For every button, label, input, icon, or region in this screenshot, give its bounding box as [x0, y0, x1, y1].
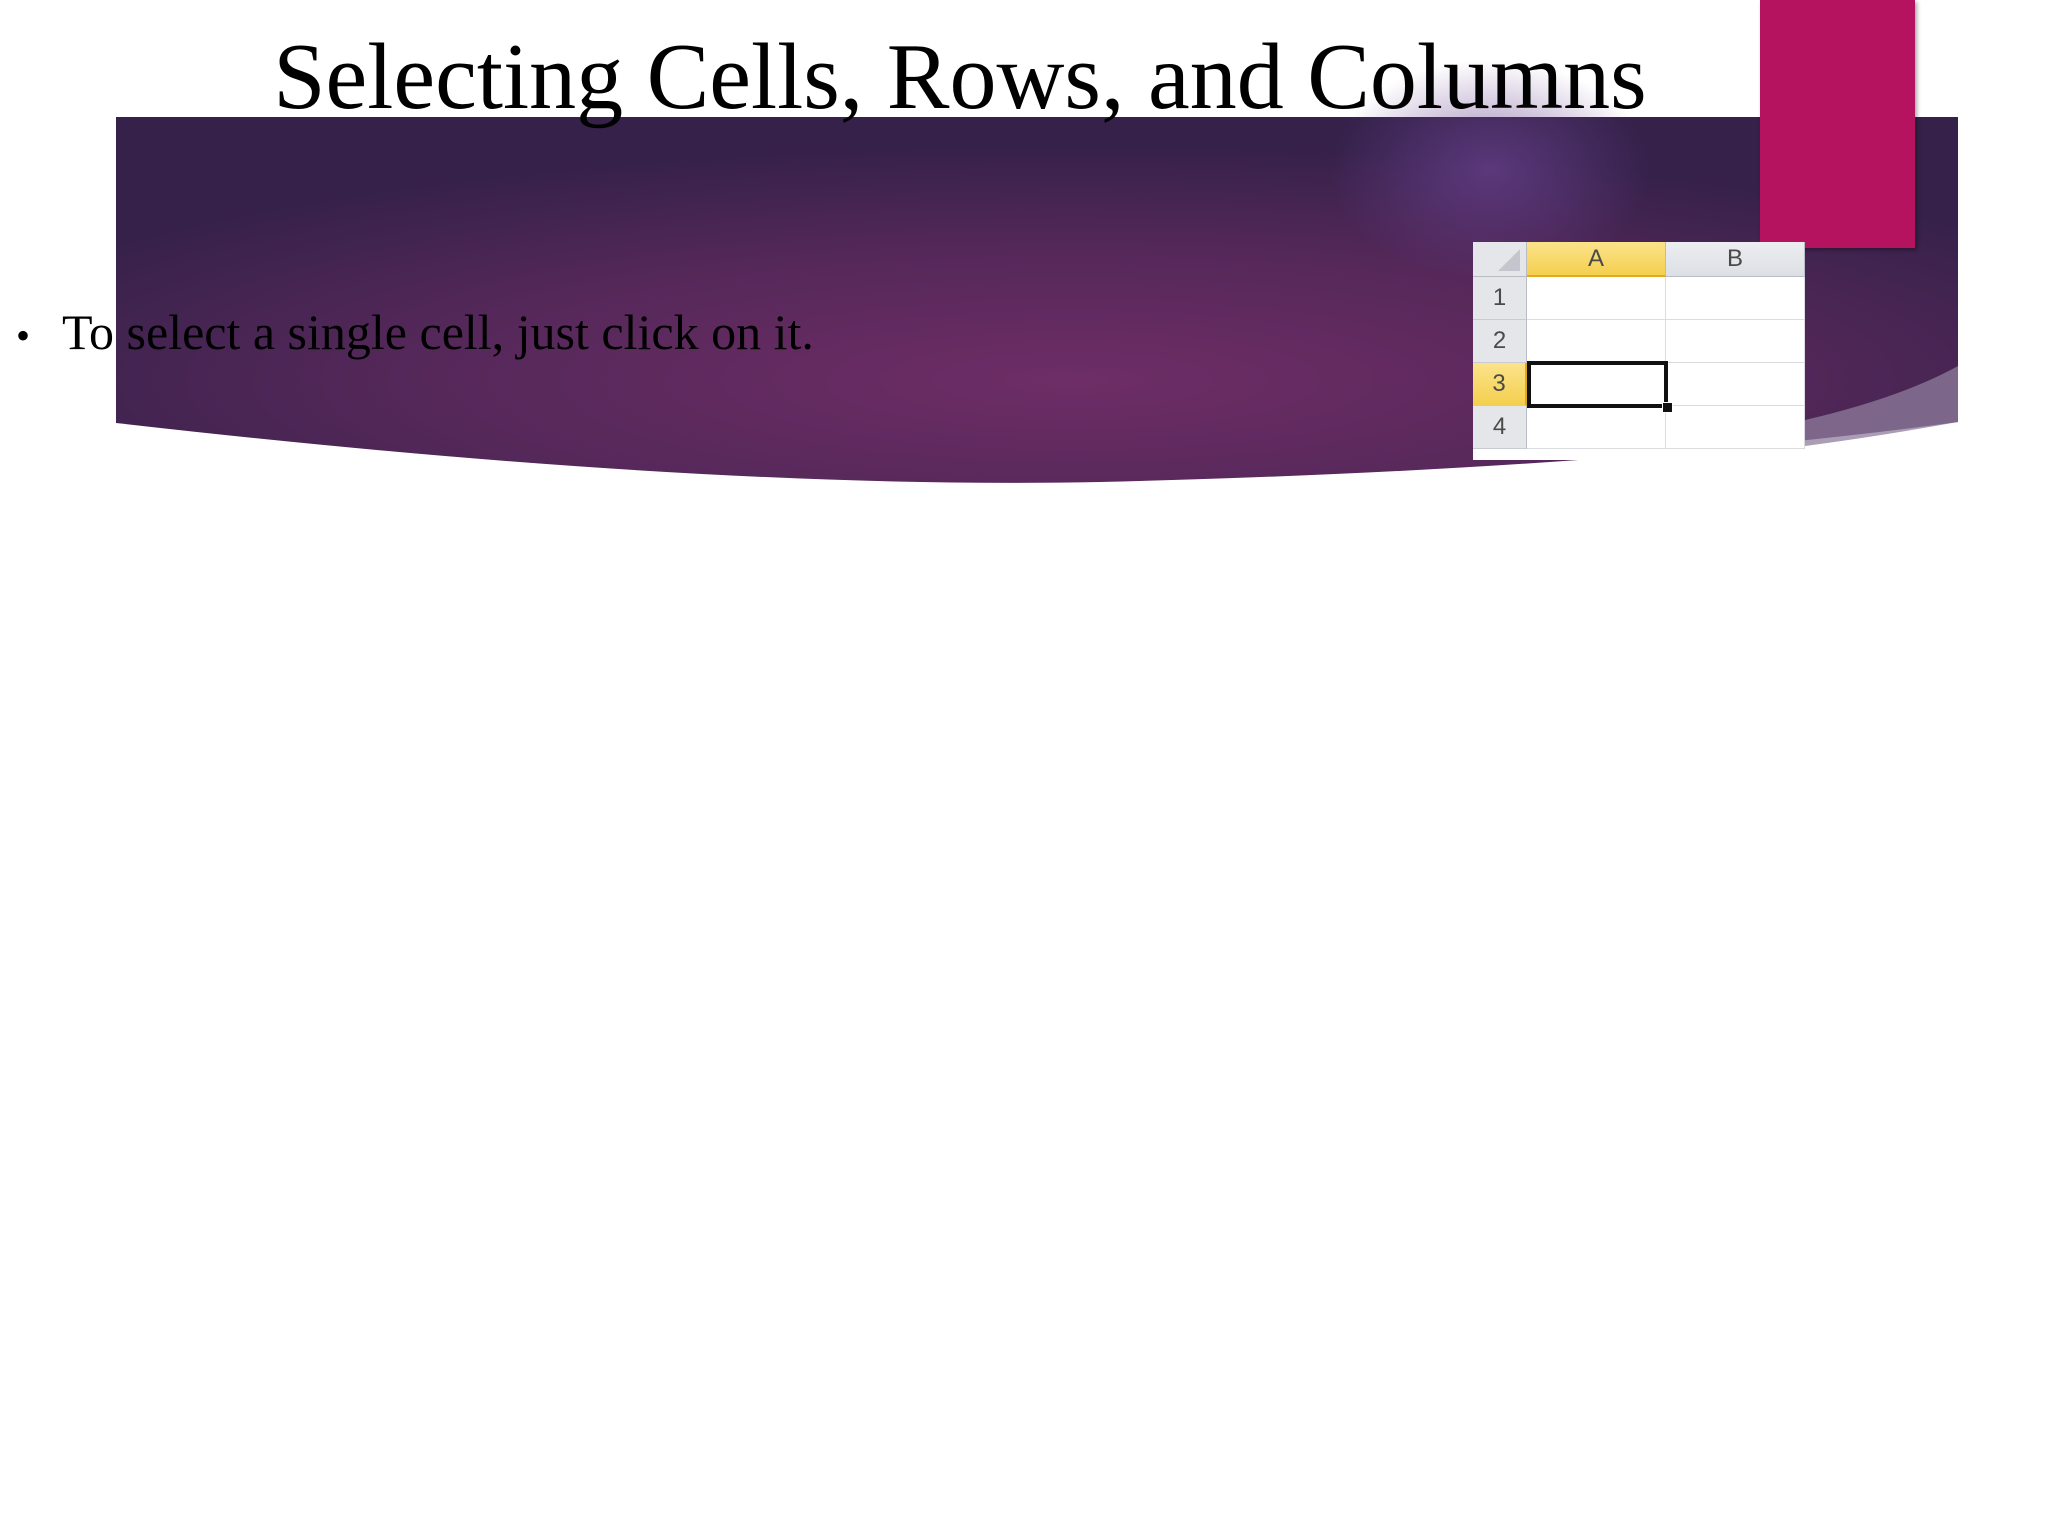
- cell-a2: [1527, 320, 1666, 363]
- row-header-4: 4: [1473, 406, 1527, 449]
- cell-b1: [1666, 277, 1805, 320]
- cell-a1: [1527, 277, 1666, 320]
- column-header-a: A: [1527, 242, 1666, 277]
- bullet-list: • To select a single cell, just click on…: [16, 300, 814, 368]
- bullet-item: • To select a single cell, just click on…: [16, 300, 814, 368]
- column-header-b: B: [1666, 242, 1805, 277]
- cell-b2: [1666, 320, 1805, 363]
- cell-b3: [1666, 363, 1805, 406]
- cell-a4: [1527, 406, 1666, 449]
- bullet-text: To select a single cell, just click on i…: [62, 304, 814, 360]
- select-all-corner: [1473, 242, 1527, 277]
- cell-b4: [1666, 406, 1805, 449]
- slide-title: Selecting Cells, Rows, and Columns: [273, 25, 1647, 129]
- bullet-dot-icon: •: [16, 313, 31, 358]
- spreadsheet-image: A B 1 2 3 4: [1473, 242, 1805, 460]
- selected-cell-a3: [1527, 361, 1668, 408]
- select-all-triangle-icon: [1498, 249, 1520, 271]
- fill-handle-icon: [1662, 402, 1673, 413]
- row-header-3: 3: [1473, 363, 1527, 406]
- row-header-1: 1: [1473, 277, 1527, 320]
- slide: Selecting Cells, Rows, and Columns • To …: [0, 0, 2048, 1536]
- row-header-2: 2: [1473, 320, 1527, 363]
